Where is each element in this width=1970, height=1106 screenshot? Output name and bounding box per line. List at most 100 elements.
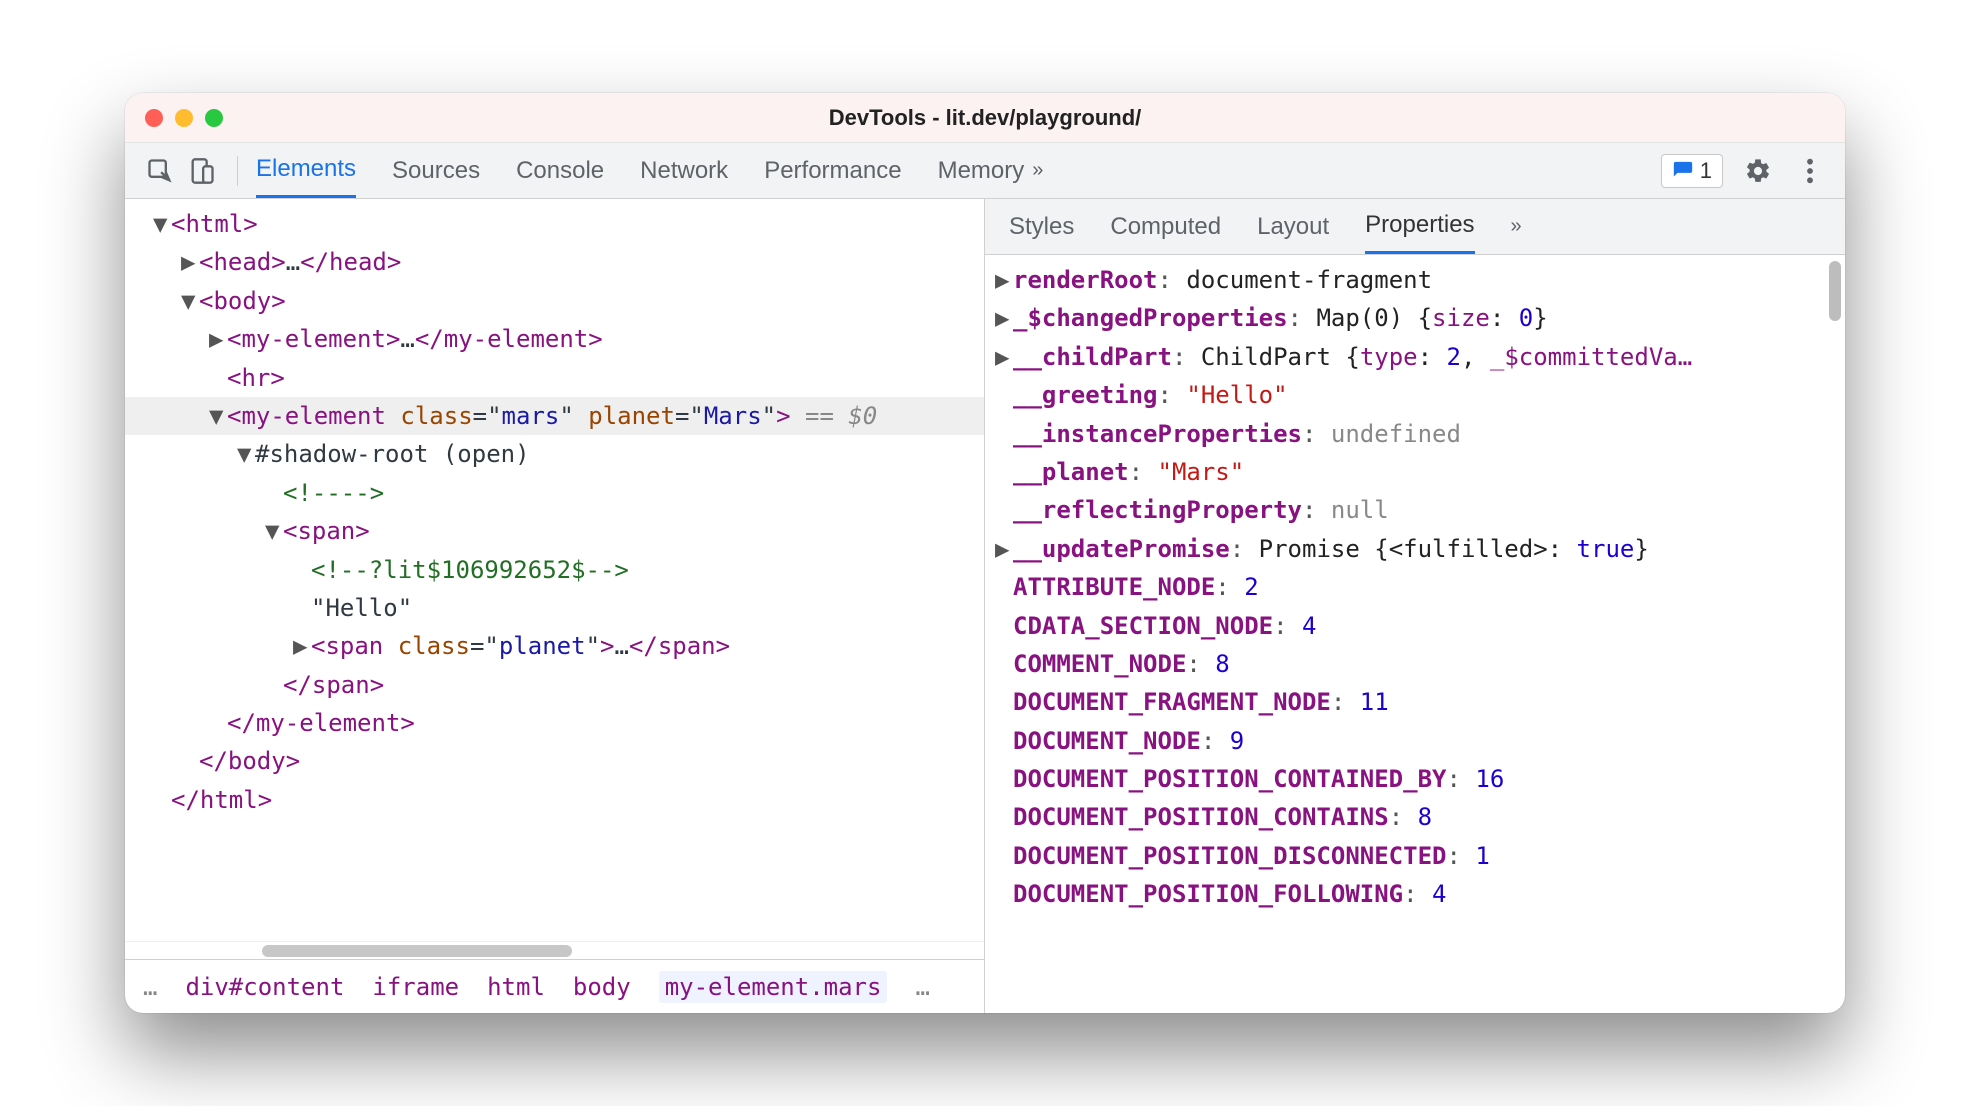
breadcrumb-ellipsis[interactable]: … — [915, 973, 929, 1001]
property-row[interactable]: DOCUMENT_POSITION_CONTAINS: 8 — [995, 798, 1835, 836]
dom-node[interactable]: ▼<span> — [125, 512, 984, 550]
property-key: __updatePromise — [1013, 535, 1230, 563]
device-toolbar-icon[interactable] — [185, 154, 219, 188]
window-title: DevTools - lit.dev/playground/ — [125, 105, 1845, 131]
sidebar-panel: StylesComputedLayoutProperties» ▶renderR… — [985, 199, 1845, 1013]
property-value: 2 — [1447, 343, 1461, 371]
settings-icon[interactable] — [1741, 154, 1775, 188]
dom-node[interactable]: ▼<my-element class="mars" planet="Mars">… — [125, 397, 984, 435]
expand-caret[interactable]: ▼ — [209, 397, 227, 435]
expand-caret[interactable]: ▶ — [995, 338, 1013, 376]
subtab-properties[interactable]: Properties — [1365, 199, 1474, 254]
property-value: } — [1634, 535, 1648, 563]
subtab-layout[interactable]: Layout — [1257, 201, 1329, 253]
expand-caret[interactable]: ▼ — [153, 205, 171, 243]
close-window-button[interactable] — [145, 109, 163, 127]
dom-node[interactable]: </my-element> — [125, 704, 984, 742]
property-key: DOCUMENT_POSITION_DISCONNECTED — [1013, 842, 1446, 870]
property-row[interactable]: ▶renderRoot: document-fragment — [995, 261, 1835, 299]
properties-pane[interactable]: ▶renderRoot: document-fragment▶_$changed… — [985, 255, 1845, 1013]
property-row[interactable]: CDATA_SECTION_NODE: 4 — [995, 607, 1835, 645]
property-row[interactable]: DOCUMENT_POSITION_CONTAINED_BY: 16 — [995, 760, 1835, 798]
dom-node[interactable]: "Hello" — [125, 589, 984, 627]
property-key: renderRoot — [1013, 266, 1158, 294]
expand-caret[interactable]: ▶ — [995, 299, 1013, 337]
tab-sources[interactable]: Sources — [392, 145, 480, 197]
tab-elements[interactable]: Elements — [256, 143, 356, 198]
dom-node[interactable]: <!--?lit$106992652$--> — [125, 551, 984, 589]
property-value: 4 — [1432, 880, 1446, 908]
tab-console[interactable]: Console — [516, 145, 604, 197]
tab-network[interactable]: Network — [640, 145, 728, 197]
more-tabs-icon[interactable]: » — [1032, 159, 1043, 182]
property-row[interactable]: ATTRIBUTE_NODE: 2 — [995, 568, 1835, 606]
tab-memory[interactable]: Memory — [938, 145, 1025, 197]
property-row[interactable]: __greeting: "Hello" — [995, 376, 1835, 414]
dom-node[interactable]: ▼#shadow-root (open) — [125, 435, 984, 473]
dom-tree[interactable]: ▼<html>▶<head>…</head>▼<body>▶<my-elemen… — [125, 199, 984, 941]
breadcrumb-item[interactable]: html — [487, 973, 545, 1001]
breadcrumb-item[interactable]: my-element.mars — [659, 971, 888, 1003]
kebab-menu-icon[interactable] — [1793, 154, 1827, 188]
expand-caret[interactable]: ▶ — [209, 320, 227, 358]
property-key: DOCUMENT_FRAGMENT_NODE — [1013, 688, 1331, 716]
property-key: DOCUMENT_NODE — [1013, 727, 1201, 755]
property-value: Promise {<fulfilled>: — [1259, 535, 1577, 563]
property-row[interactable]: COMMENT_NODE: 8 — [995, 645, 1835, 683]
property-row[interactable]: DOCUMENT_FRAGMENT_NODE: 11 — [995, 683, 1835, 721]
issues-badge[interactable]: 1 — [1661, 154, 1723, 188]
elements-panel: ▼<html>▶<head>…</head>▼<body>▶<my-elemen… — [125, 199, 985, 1013]
property-key: ATTRIBUTE_NODE — [1013, 573, 1215, 601]
breadcrumb-item[interactable]: body — [573, 973, 631, 1001]
dom-node[interactable]: </html> — [125, 781, 984, 819]
property-row[interactable]: ▶__childPart: ChildPart {type: 2, _$comm… — [995, 338, 1835, 376]
dom-node[interactable]: ▶<head>…</head> — [125, 243, 984, 281]
dom-node[interactable]: ▶<my-element>…</my-element> — [125, 320, 984, 358]
property-value: 9 — [1230, 727, 1244, 755]
expand-caret[interactable]: ▶ — [293, 627, 311, 665]
dom-node[interactable]: ▶<span class="planet">…</span> — [125, 627, 984, 665]
property-row[interactable]: ▶_$changedProperties: Map(0) {size: 0} — [995, 299, 1835, 337]
dom-node[interactable]: ▼<body> — [125, 282, 984, 320]
dom-node[interactable]: <!----> — [125, 474, 984, 512]
property-row[interactable]: __reflectingProperty: null — [995, 491, 1835, 529]
dom-node[interactable]: </span> — [125, 666, 984, 704]
minimize-window-button[interactable] — [175, 109, 193, 127]
maximize-window-button[interactable] — [205, 109, 223, 127]
vertical-scrollbar-thumb[interactable] — [1829, 261, 1841, 321]
property-row[interactable]: __instanceProperties: undefined — [995, 415, 1835, 453]
property-value: Map(0) { — [1316, 304, 1432, 332]
scrollbar-thumb[interactable] — [262, 945, 571, 957]
subtab-styles[interactable]: Styles — [1009, 201, 1074, 253]
horizontal-scrollbar[interactable] — [125, 941, 984, 959]
expand-caret[interactable]: ▼ — [265, 512, 283, 550]
breadcrumb-ellipsis[interactable]: … — [143, 973, 157, 1001]
expand-caret[interactable]: ▶ — [995, 261, 1013, 299]
dom-node[interactable]: </body> — [125, 742, 984, 780]
property-value: 16 — [1475, 765, 1504, 793]
property-value: ChildPart { — [1201, 343, 1360, 371]
property-value: _$committedVa… — [1490, 343, 1692, 371]
property-row[interactable]: ▶__updatePromise: Promise {<fulfilled>: … — [995, 530, 1835, 568]
property-value: } — [1533, 304, 1547, 332]
breadcrumb-item[interactable]: iframe — [372, 973, 459, 1001]
property-key: CDATA_SECTION_NODE — [1013, 612, 1273, 640]
property-row[interactable]: __planet: "Mars" — [995, 453, 1835, 491]
expand-caret[interactable]: ▼ — [237, 435, 255, 473]
breadcrumb-item[interactable]: div#content — [185, 973, 344, 1001]
subtab-computed[interactable]: Computed — [1110, 201, 1221, 253]
dom-node[interactable]: <hr> — [125, 359, 984, 397]
issues-count: 1 — [1700, 158, 1712, 184]
more-subtabs-icon[interactable]: » — [1511, 215, 1522, 238]
tab-performance[interactable]: Performance — [764, 145, 901, 197]
expand-caret[interactable]: ▶ — [181, 243, 199, 281]
property-row[interactable]: DOCUMENT_POSITION_FOLLOWING: 4 — [995, 875, 1835, 913]
main-toolbar: Elements Sources Console Network Performance… — [125, 143, 1845, 199]
dom-node[interactable]: ▼<html> — [125, 205, 984, 243]
expand-caret[interactable]: ▶ — [995, 530, 1013, 568]
expand-caret[interactable]: ▼ — [181, 282, 199, 320]
property-row[interactable]: DOCUMENT_NODE: 9 — [995, 722, 1835, 760]
inspect-element-icon[interactable] — [143, 154, 177, 188]
property-row[interactable]: DOCUMENT_POSITION_DISCONNECTED: 1 — [995, 837, 1835, 875]
traffic-lights — [145, 109, 223, 127]
